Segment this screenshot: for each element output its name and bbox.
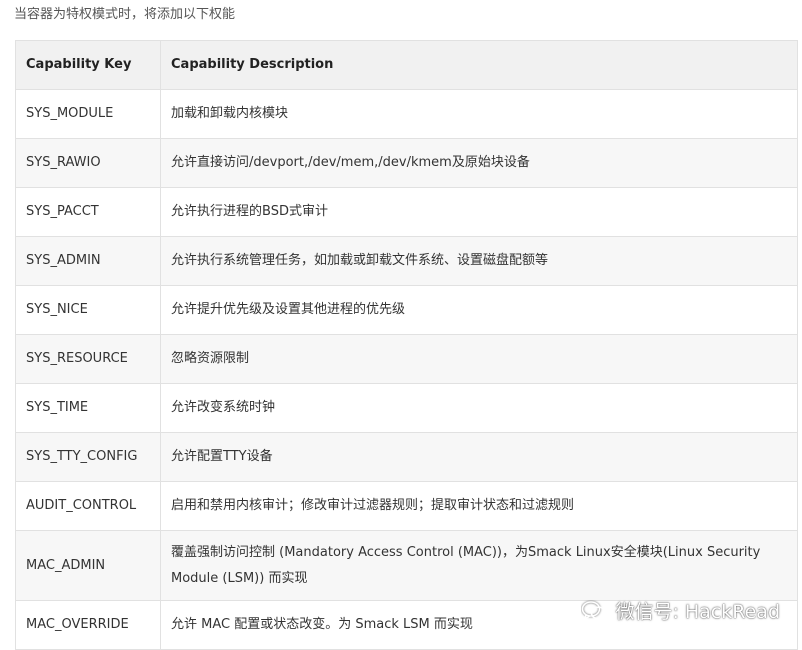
table-row: SYS_ADMIN 允许执行系统管理任务，如加载或卸载文件系统、设置磁盘配额等 — [15, 236, 798, 286]
capability-description-cell: 覆盖强制访问控制 (Mandatory Access Control (MAC)… — [160, 530, 798, 601]
capability-description-cell: 允许执行系统管理任务，如加载或卸载文件系统、设置磁盘配额等 — [160, 236, 798, 286]
table-row: SYS_TIME 允许改变系统时钟 — [15, 383, 798, 433]
table-row: SYS_NICE 允许提升优先级及设置其他进程的优先级 — [15, 285, 798, 335]
wechat-watermark: 微信号: HackRead — [581, 597, 780, 624]
capability-description-cell: 允许提升优先级及设置其他进程的优先级 — [160, 285, 798, 335]
table-row: SYS_TTY_CONFIG 允许配置TTY设备 — [15, 432, 798, 482]
capability-key-cell: MAC_OVERRIDE — [15, 600, 161, 650]
table-header-row: Capability Key Capability Description — [15, 40, 798, 90]
watermark-text: 微信号: HackRead — [615, 601, 780, 623]
capability-key-cell: SYS_TIME — [15, 383, 161, 433]
wechat-icon — [581, 600, 607, 622]
capability-description-cell: 允许改变系统时钟 — [160, 383, 798, 433]
capability-key-cell: SYS_TTY_CONFIG — [15, 432, 161, 482]
capability-description-cell: 允许直接访问/devport,/dev/mem,/dev/kmem及原始块设备 — [160, 138, 798, 188]
table-row: SYS_RAWIO 允许直接访问/devport,/dev/mem,/dev/k… — [15, 138, 798, 188]
table-row: SYS_MODULE 加载和卸载内核模块 — [15, 89, 798, 139]
capability-description-cell: 忽略资源限制 — [160, 334, 798, 384]
table-row: MAC_ADMIN 覆盖强制访问控制 (Mandatory Access Con… — [15, 530, 798, 601]
table-row: AUDIT_CONTROL 启用和禁用内核审计；修改审计过滤器规则；提取审计状态… — [15, 481, 798, 531]
header-capability-key: Capability Key — [15, 40, 161, 90]
capability-key-cell: SYS_NICE — [15, 285, 161, 335]
capability-description-cell: 允许配置TTY设备 — [160, 432, 798, 482]
capability-key-cell: SYS_RAWIO — [15, 138, 161, 188]
capability-key-cell: MAC_ADMIN — [15, 530, 161, 601]
capability-description-cell: 启用和禁用内核审计；修改审计过滤器规则；提取审计状态和过滤规则 — [160, 481, 798, 531]
intro-text: 当容器为特权模式时，将添加以下权能 — [14, 7, 236, 22]
table-row: SYS_RESOURCE 忽略资源限制 — [15, 334, 798, 384]
capabilities-table: Capability Key Capability Description SY… — [15, 40, 798, 650]
capability-key-cell: SYS_RESOURCE — [15, 334, 161, 384]
capability-key-cell: AUDIT_CONTROL — [15, 481, 161, 531]
header-capability-description: Capability Description — [160, 40, 798, 90]
capability-description-cell: 加载和卸载内核模块 — [160, 89, 798, 139]
capability-description-cell: 允许执行进程的BSD式审计 — [160, 187, 798, 237]
table-row: SYS_PACCT 允许执行进程的BSD式审计 — [15, 187, 798, 237]
capability-key-cell: SYS_PACCT — [15, 187, 161, 237]
capability-key-cell: SYS_ADMIN — [15, 236, 161, 286]
capability-key-cell: SYS_MODULE — [15, 89, 161, 139]
